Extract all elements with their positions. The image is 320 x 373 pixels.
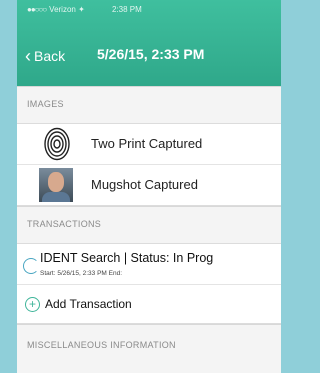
- transaction-row[interactable]: IDENT Search | Status: In Prog Start: 5/…: [17, 244, 281, 285]
- phone-screen: ●●○○○ Verizon ✦ 2:38 PM ‹ Back 5/26/15, 2:…: [17, 0, 281, 373]
- carrier: ●●○○○ Verizon ✦: [27, 5, 85, 14]
- mugshot-thumbnail: [39, 168, 73, 202]
- signal-icon: ●●○○○: [27, 5, 47, 14]
- carrier-name: Verizon: [49, 5, 76, 14]
- header-bar: ●●○○○ Verizon ✦ 2:38 PM ‹ Back 5/26/15, 2:…: [17, 0, 281, 86]
- back-button[interactable]: ‹ Back: [25, 45, 65, 66]
- image-row-two-print[interactable]: Two Print Captured: [17, 124, 281, 165]
- images-list: Two Print Captured Mugshot Captured: [17, 123, 281, 206]
- image-row-label: Two Print Captured: [91, 136, 203, 151]
- misc-section-header: MISCELLANEOUS INFORMATION: [17, 324, 281, 360]
- transactions-list: IDENT Search | Status: In Prog Start: 5/…: [17, 243, 281, 324]
- image-row-mugshot[interactable]: Mugshot Captured: [17, 165, 281, 205]
- images-section-header: IMAGES: [17, 86, 281, 123]
- wifi-icon: ✦: [78, 5, 85, 14]
- status-time: 2:38 PM: [112, 5, 142, 14]
- transaction-times: Start: 5/26/15, 2:33 PM End:: [40, 270, 123, 277]
- image-row-label: Mugshot Captured: [91, 177, 198, 192]
- chevron-left-icon: ‹: [25, 46, 31, 66]
- plus-circle-icon: +: [25, 297, 40, 312]
- status-bar: ●●○○○ Verizon ✦ 2:38 PM: [17, 0, 281, 22]
- nav-bar: ‹ Back 5/26/15, 2:33 PM: [17, 40, 281, 66]
- transactions-section-header: TRANSACTIONS: [17, 206, 281, 243]
- add-transaction-label: Add Transaction: [45, 297, 132, 311]
- loading-spinner-icon: [23, 258, 39, 274]
- fingerprint-icon: [44, 127, 70, 161]
- back-label: Back: [34, 48, 66, 64]
- transaction-title: IDENT Search | Status: In Prog: [40, 251, 214, 265]
- add-transaction-button[interactable]: + Add Transaction: [17, 285, 281, 323]
- page-title: 5/26/15, 2:33 PM: [97, 46, 205, 62]
